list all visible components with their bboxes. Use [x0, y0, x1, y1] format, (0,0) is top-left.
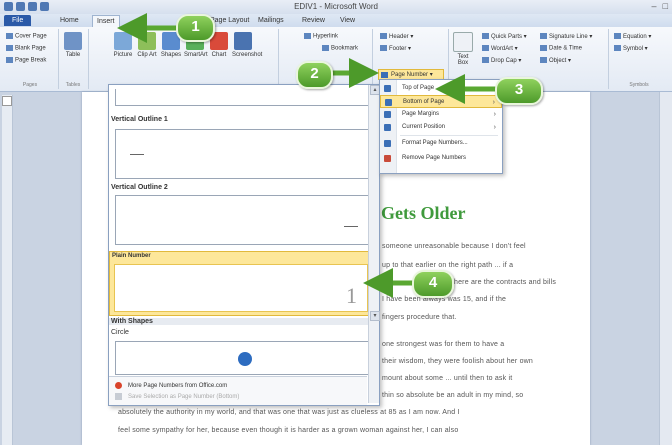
- page-number-preview: 1: [346, 283, 357, 308]
- gallery-thumbnail[interactable]: [115, 89, 369, 106]
- vertical-ruler: [2, 95, 13, 445]
- signature-line-button[interactable]: Signature Line ▾: [540, 33, 592, 40]
- clip-art-button[interactable]: Clip Art: [136, 32, 158, 58]
- step-callout-3: 3: [495, 77, 543, 105]
- hyperlink-button[interactable]: Hyperlink: [304, 33, 338, 40]
- page-top-icon: [384, 85, 391, 92]
- text-box-button[interactable]: Text Box: [452, 32, 474, 66]
- body-line: feel some sympathy for her, because even…: [118, 427, 459, 434]
- menu-separator: [400, 135, 498, 136]
- window-title: EDIV1 - Microsoft Word: [294, 2, 378, 11]
- picture-button[interactable]: Picture: [112, 32, 134, 58]
- ribbon-tabs: File Home Insert Page Layout Mailings Re…: [0, 14, 672, 28]
- ruler-toggle[interactable]: [2, 96, 12, 106]
- page-bottom-icon: [385, 99, 392, 106]
- symbols-group-label: Symbols: [629, 82, 649, 88]
- screenshot-button[interactable]: Screenshot: [232, 32, 262, 58]
- chevron-right-icon: ›: [493, 124, 496, 131]
- pages-group-label: Pages: [22, 82, 38, 88]
- quick-parts-button[interactable]: Quick Parts ▾: [482, 33, 527, 40]
- menu-item-current-position[interactable]: Current Position ›: [380, 121, 502, 134]
- gallery-thumbnail-vertical-outline-1[interactable]: [115, 129, 369, 179]
- window-controls: – □: [652, 1, 668, 11]
- drop-cap-button[interactable]: Drop Cap ▾: [482, 57, 521, 64]
- gallery-scrollbar[interactable]: ▴ ▾: [368, 85, 380, 403]
- wordart-button[interactable]: WordArt ▾: [482, 45, 518, 52]
- maximize-icon[interactable]: □: [663, 1, 668, 11]
- footer-button[interactable]: Footer ▾: [380, 45, 411, 52]
- menu-item-label: Current Position: [402, 124, 446, 130]
- page-number-menu: Top of Page › Bottom of Page › Page Marg…: [379, 79, 503, 174]
- menu-item-label: Top of Page: [402, 85, 435, 91]
- menu-item-top-of-page[interactable]: Top of Page ›: [380, 82, 502, 95]
- menu-item-label: Format Page Numbers...: [402, 140, 468, 146]
- page-margins-icon: [384, 111, 391, 118]
- chevron-right-icon: ›: [493, 111, 496, 118]
- save-selection-link: Save Selection as Page Number (Bottom): [115, 393, 239, 400]
- more-page-numbers-link[interactable]: More Page Numbers from Office.com: [115, 382, 227, 389]
- document-heading: Gets Older: [381, 203, 466, 223]
- body-line: mount about some ... until then to ask i…: [382, 375, 513, 382]
- tab-review[interactable]: Review: [298, 15, 329, 26]
- bookmark-button[interactable]: Bookmark: [322, 45, 358, 52]
- gallery-section-heading: With Shapes: [109, 318, 369, 325]
- body-line: absolutely the authority in my world, an…: [118, 409, 460, 416]
- tab-view[interactable]: View: [336, 15, 359, 26]
- title-bar: EDIV1 - Microsoft Word – □: [0, 0, 672, 15]
- gallery-section-heading: Plain Number: [112, 253, 151, 259]
- minimize-icon[interactable]: –: [652, 1, 657, 11]
- tab-insert[interactable]: Insert: [92, 15, 120, 27]
- gallery-footer: More Page Numbers from Office.com Save S…: [109, 376, 367, 405]
- step-callout-4: 4: [412, 270, 454, 298]
- body-line: fingers procedure that.: [382, 314, 457, 321]
- document-scrollbar[interactable]: [659, 92, 672, 445]
- object-button[interactable]: Object ▾: [540, 57, 571, 64]
- circle-number-icon: [238, 352, 252, 366]
- menu-item-page-margins[interactable]: Page Margins ›: [380, 108, 502, 121]
- page-break-button[interactable]: Page Break: [6, 57, 46, 64]
- body-line: thin so absolute be an adult in my mind,…: [382, 392, 524, 399]
- body-line: someone unreasonable because I don't fee…: [382, 243, 526, 250]
- pages-group: Cover Page Blank Page Page Break Pages: [2, 29, 59, 89]
- header-button[interactable]: Header ▾: [380, 33, 413, 40]
- menu-item-format-page-numbers[interactable]: Format Page Numbers...: [380, 137, 502, 150]
- menu-item-label: Remove Page Numbers: [402, 155, 467, 161]
- gallery-section-heading: Circle: [111, 329, 129, 336]
- current-position-icon: [384, 124, 391, 131]
- format-icon: [384, 140, 391, 147]
- body-line: one strongest was for them to have a: [382, 341, 505, 348]
- tables-group-label: Tables: [65, 82, 81, 88]
- step-callout-2: 2: [296, 61, 333, 89]
- tab-file[interactable]: File: [4, 15, 32, 26]
- equation-button[interactable]: Equation ▾: [614, 33, 651, 40]
- gallery-thumbnail-vertical-outline-2[interactable]: [115, 195, 369, 245]
- tab-home[interactable]: Home: [56, 15, 83, 26]
- page-number-gallery: Vertical Outline 1 Vertical Outline 2 Pl…: [108, 84, 380, 406]
- ribbon: Cover Page Blank Page Page Break Pages T…: [0, 27, 672, 92]
- symbol-button[interactable]: Symbol ▾: [614, 45, 648, 52]
- cover-page-button[interactable]: Cover Page: [6, 33, 47, 40]
- scroll-down-icon[interactable]: ▾: [370, 311, 380, 321]
- menu-item-remove-page-numbers[interactable]: Remove Page Numbers: [380, 152, 502, 165]
- body-line: their wisdom, they were foolish about he…: [382, 358, 534, 365]
- date-time-button[interactable]: Date & Time: [540, 45, 582, 52]
- step-callout-1: 1: [176, 14, 215, 42]
- blank-page-button[interactable]: Blank Page: [6, 45, 46, 52]
- tables-group: Table Tables: [58, 29, 89, 89]
- table-button[interactable]: Table: [62, 32, 84, 58]
- gallery-item-selected[interactable]: Plain Number 1: [109, 251, 379, 316]
- symbols-group: Equation ▾ Symbol ▾ Symbols: [608, 29, 670, 89]
- body-line: here are the contracts and bills: [454, 279, 557, 286]
- gallery-thumbnail-plain-number[interactable]: 1: [114, 264, 368, 312]
- menu-item-label: Page Margins: [402, 111, 440, 117]
- menu-item-bottom-of-page[interactable]: Bottom of Page ›: [380, 95, 502, 108]
- gallery-section-heading: Vertical Outline 2: [111, 184, 168, 191]
- remove-icon: [384, 155, 391, 162]
- gallery-section-heading: Vertical Outline 1: [111, 116, 168, 123]
- tab-mailings[interactable]: Mailings: [254, 15, 288, 26]
- body-line: up to that earlier on the right path ...…: [382, 262, 514, 269]
- gallery-thumbnail-circle[interactable]: [115, 341, 369, 375]
